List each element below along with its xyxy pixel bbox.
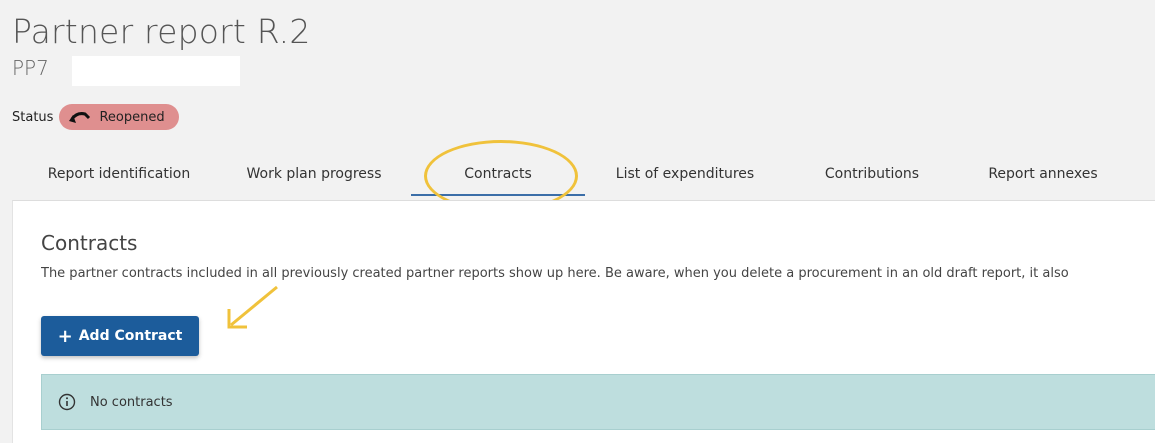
empty-state-alert: No contracts bbox=[41, 374, 1155, 430]
tab-contracts[interactable]: Contracts bbox=[411, 152, 585, 196]
tab-contributions[interactable]: Contributions bbox=[812, 152, 932, 196]
tab-work-plan-progress[interactable]: Work plan progress bbox=[234, 152, 394, 196]
add-contract-button[interactable]: + Add Contract bbox=[41, 316, 199, 356]
page-subtitle: PP7 bbox=[12, 56, 49, 80]
undo-arrow-icon bbox=[69, 112, 91, 123]
status-badge: Reopened bbox=[59, 104, 179, 130]
section-title: Contracts bbox=[41, 231, 138, 255]
tab-bar: Report identification Work plan progress… bbox=[12, 152, 1155, 196]
add-contract-label: Add Contract bbox=[78, 328, 183, 344]
status-value: Reopened bbox=[99, 109, 165, 125]
status-row: Status Reopened bbox=[12, 104, 179, 130]
empty-state-text: No contracts bbox=[90, 394, 173, 410]
arrow-annotation-icon bbox=[227, 285, 278, 329]
section-description: The partner contracts included in all pr… bbox=[41, 266, 1069, 281]
tab-report-annexes[interactable]: Report annexes bbox=[978, 152, 1108, 196]
tab-report-identification[interactable]: Report identification bbox=[34, 152, 204, 196]
status-label: Status bbox=[12, 109, 54, 125]
tab-list-of-expenditures[interactable]: List of expenditures bbox=[602, 152, 768, 196]
contracts-panel: Contracts The partner contracts included… bbox=[12, 200, 1155, 443]
redacted-block bbox=[72, 56, 240, 86]
page-title: Partner report R.2 bbox=[12, 12, 311, 51]
info-circle-icon bbox=[58, 393, 76, 411]
plus-icon: + bbox=[57, 325, 73, 347]
